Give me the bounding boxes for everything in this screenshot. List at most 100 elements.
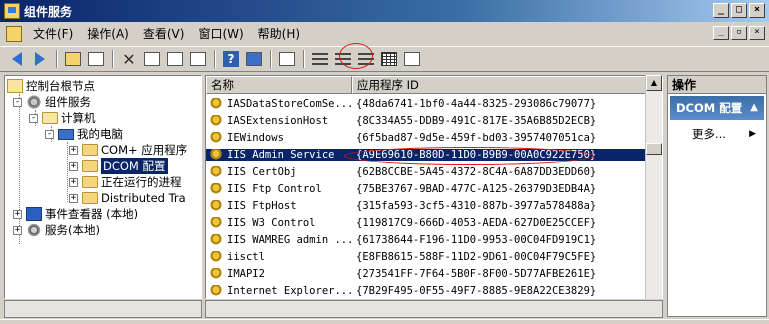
cell-app-id: {315fa593-3cf5-4310-887b-3977a578488a} <box>356 199 597 212</box>
expand-icon[interactable]: + <box>13 225 22 235</box>
status-view-button[interactable] <box>401 49 423 69</box>
tree-label: Distributed Tra <box>101 191 186 205</box>
expand-icon[interactable]: + <box>13 209 22 219</box>
collapse-icon[interactable]: - <box>29 113 38 123</box>
up-button[interactable] <box>62 49 84 69</box>
cell-app-id: {48da6741-1bf0-4a44-8325-293086c79077} <box>356 97 597 110</box>
expand-icon[interactable]: + <box>69 145 78 155</box>
list-vertical-scrollbar[interactable]: ▲ <box>645 75 662 299</box>
cell-name: IMAPI2 <box>206 267 352 280</box>
mdi-restore-button[interactable]: ▫ <box>731 26 747 40</box>
details-view-button[interactable] <box>378 49 400 69</box>
cell-app-id: {75BE3767-9BAD-477C-A125-26379D3EDB4A} <box>356 182 597 195</box>
delete-icon: ✕ <box>122 49 136 69</box>
menu-window[interactable]: 窗口(W) <box>191 24 250 44</box>
tree-label: 服务(本地) <box>45 223 100 237</box>
show-hide-action-button[interactable] <box>243 49 265 69</box>
expand-icon[interactable]: + <box>69 177 78 187</box>
close-button[interactable]: × <box>749 3 765 18</box>
back-button[interactable] <box>6 49 28 69</box>
help-icon: ? <box>223 51 239 67</box>
expand-icon[interactable]: + <box>69 193 78 203</box>
table-row[interactable]: iisctl {E8FB8615-588F-11D2-9D61-00C04F79C… <box>206 248 646 265</box>
tree-horizontal-scrollbar[interactable] <box>4 300 202 318</box>
app-name: IMAPI2 <box>227 267 265 280</box>
table-row[interactable]: IIS W3 Control {119817C9-666D-4053-AEDA-6… <box>206 214 646 231</box>
help-button[interactable]: ? <box>220 49 242 69</box>
expand-icon[interactable]: + <box>69 161 78 171</box>
table-row[interactable]: IIS FtpHost {315fa593-3cf5-4310-887b-3977… <box>206 197 646 214</box>
app-name: IIS Ftp Control <box>227 182 322 195</box>
tree-node-running-processes[interactable]: + 正在运行的进程 <box>69 174 182 190</box>
app-name: IEWindows <box>227 131 284 144</box>
menu-help[interactable]: 帮助(H) <box>251 24 307 44</box>
properties-button[interactable] <box>141 49 163 69</box>
collapse-icon[interactable]: - <box>13 97 22 107</box>
mdi-close-button[interactable]: × <box>749 26 765 40</box>
dcom-list: 名称 应用程序 ID IASDataStoreComSe... {48da6741… <box>205 75 663 299</box>
collapse-up-icon[interactable]: ▲ <box>750 96 758 120</box>
tree-node-computers[interactable]: - 计算机 <box>29 110 96 126</box>
tree-node-console-root[interactable]: 控制台根节点 <box>7 78 95 94</box>
forward-button[interactable] <box>29 49 51 69</box>
document-icon[interactable] <box>6 26 22 42</box>
app-icon <box>4 3 20 19</box>
table-row[interactable]: IEWindows {6f5bad87-9d5e-459f-bd03-395740… <box>206 129 646 146</box>
toolbar-separator <box>214 50 216 68</box>
menu-action[interactable]: 操作(A) <box>80 24 136 44</box>
tree-node-services[interactable]: + 服务(本地) <box>13 222 100 238</box>
cell-name: IIS CertObj <box>206 165 352 178</box>
table-row[interactable]: IMAPI2 {273541FF-7F64-5B0F-8F00-5D77AFBE2… <box>206 265 646 282</box>
table-row[interactable]: IASExtensionHost {8C334A55-DDB9-491C-817E… <box>206 112 646 129</box>
new-window-button[interactable] <box>276 49 298 69</box>
tree-label: 计算机 <box>61 111 96 125</box>
table-row[interactable]: IIS Admin Service {A9E69610-B80D-11D0-B9B… <box>206 146 646 163</box>
menu-file[interactable]: 文件(F) <box>26 24 80 44</box>
cell-name: iisctl <box>206 250 352 263</box>
cell-name: IIS W3 Control <box>206 216 352 229</box>
tree-node-component-services[interactable]: - 组件服务 <box>13 94 91 110</box>
large-icons-button[interactable] <box>309 49 331 69</box>
cell-name: IIS Admin Service <box>206 148 352 161</box>
toolbar: ✕ ? <box>0 46 769 72</box>
computer-icon <box>58 128 74 140</box>
scroll-up-icon[interactable]: ▲ <box>646 75 662 91</box>
column-header-name[interactable]: 名称 <box>206 76 352 94</box>
cell-name: IASExtensionHost <box>206 114 352 127</box>
show-hide-tree-button[interactable] <box>85 49 107 69</box>
refresh-button[interactable] <box>164 49 186 69</box>
table-row[interactable]: IIS CertObj {62B8CCBE-5A45-4372-8C4A-6A87… <box>206 163 646 180</box>
actions-more[interactable]: 更多... ▶ <box>668 126 766 142</box>
minimize-button[interactable]: _ <box>713 3 729 18</box>
properties-icon <box>144 52 160 66</box>
scroll-thumb[interactable] <box>646 143 662 155</box>
export-list-button[interactable] <box>187 49 209 69</box>
mdi-minimize-button[interactable]: _ <box>713 26 729 40</box>
column-header-app-id[interactable]: 应用程序 ID <box>352 76 646 94</box>
delete-button[interactable]: ✕ <box>118 49 140 69</box>
dcom-app-icon <box>209 148 223 161</box>
dcom-app-icon <box>209 267 223 280</box>
maximize-button[interactable]: □ <box>731 3 747 18</box>
table-row[interactable]: IIS Ftp Control {75BE3767-9BAD-477C-A125-… <box>206 180 646 197</box>
tree-node-distributed-transaction[interactable]: + Distributed Tra <box>69 190 186 206</box>
list-header: 名称 应用程序 ID <box>206 76 646 94</box>
tree-node-event-viewer[interactable]: + 事件查看器 (本地) <box>13 206 138 222</box>
app-name: IIS WAMREG admin ... <box>227 233 352 246</box>
tree-node-dcom-config[interactable]: + DCOM 配置 <box>69 158 168 174</box>
dcom-app-icon <box>209 284 223 297</box>
tree-node-com-applications[interactable]: + COM+ 应用程序 <box>69 142 187 158</box>
annotation-circle <box>339 43 373 69</box>
status-view-icon <box>404 52 420 66</box>
actions-section-dcom[interactable]: DCOM 配置 ▲ <box>670 96 764 120</box>
table-row[interactable]: IASDataStoreComSe... {48da6741-1bf0-4a44-… <box>206 95 646 112</box>
list-horizontal-scrollbar[interactable] <box>205 300 663 318</box>
status-bar <box>0 319 769 324</box>
collapse-icon[interactable]: - <box>45 129 54 139</box>
title-bar: 组件服务 _ □ × <box>0 0 769 22</box>
tree-node-my-computer[interactable]: - 我的电脑 <box>45 126 123 142</box>
table-row[interactable]: IIS WAMREG admin ... {61738644-F196-11D0-… <box>206 231 646 248</box>
menu-view[interactable]: 查看(V) <box>136 24 192 44</box>
folder-icon <box>82 192 98 204</box>
table-row[interactable]: Internet Explorer... {7B29F495-0F55-49F7-… <box>206 282 646 298</box>
